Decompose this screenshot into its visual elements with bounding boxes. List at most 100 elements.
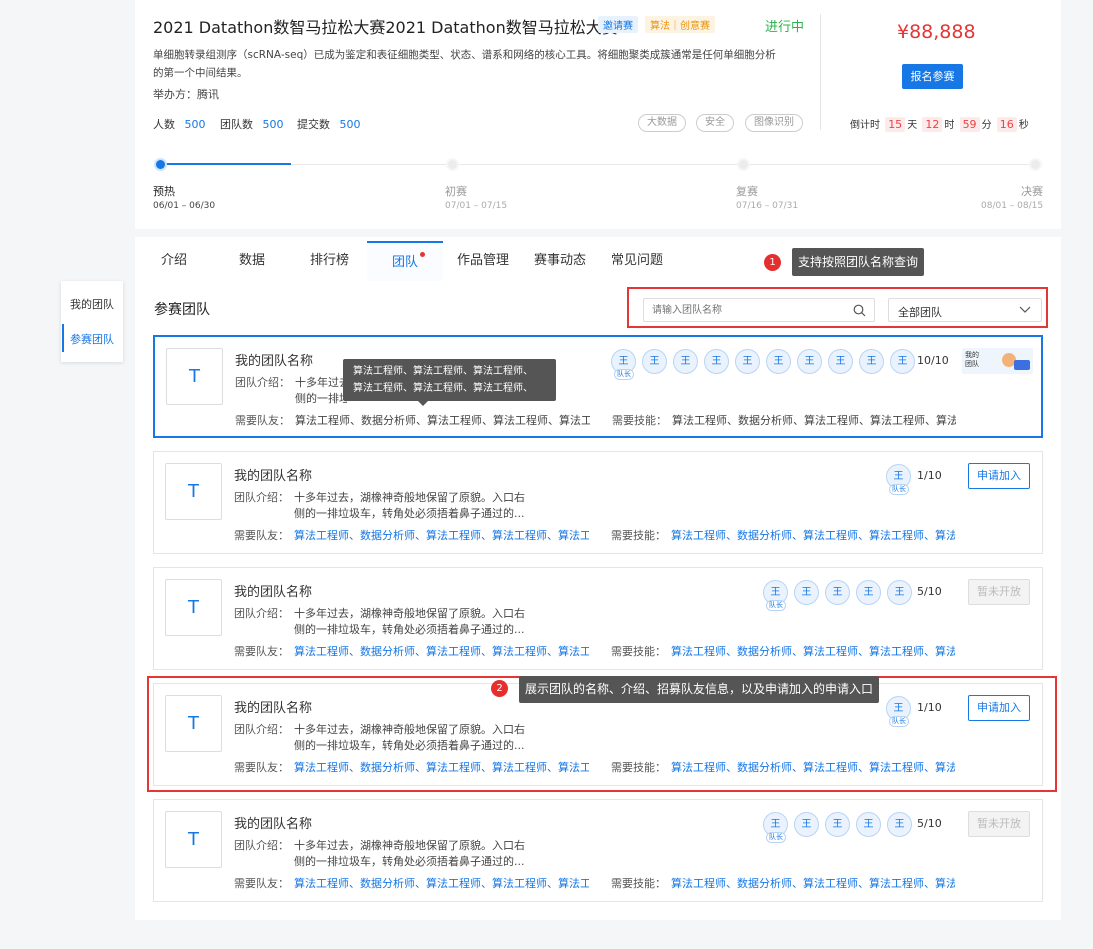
intro-label: 团队介绍：	[234, 491, 289, 504]
team-intro-line2: 侧的一排垃圾车，转角处必须捂着鼻子通过的...	[294, 507, 525, 520]
tab-intro[interactable]: 介绍	[161, 241, 187, 281]
side-menu-participating-teams[interactable]: 参赛团队	[70, 331, 114, 347]
side-menu: 我的团队 参赛团队	[61, 281, 123, 362]
stage-dot	[1029, 158, 1042, 171]
stage-date: 07/01 – 07/15	[445, 201, 508, 211]
side-menu-active-bar	[62, 324, 64, 352]
skill-label: 需要技能：	[611, 529, 666, 542]
annotation-callout: 支持按照团队名称查询	[792, 248, 925, 276]
signup-button[interactable]: 报名参赛	[902, 64, 963, 89]
team-card[interactable]: T 我的团队名称 团队介绍： 十多年过去，湖橡神奇般地保留了原貌。入口右 侧的一…	[153, 335, 1043, 438]
member-avatar: 王	[825, 812, 850, 837]
apply-join-button[interactable]: 申请加入	[968, 463, 1030, 489]
member-count: 5/10	[917, 817, 942, 830]
member-avatar: 王	[794, 812, 819, 837]
member-avatar: 王	[828, 349, 853, 374]
stat-label: 提交数	[297, 118, 330, 131]
team-name: 我的团队名称	[234, 585, 313, 600]
needed-members: 算法工程师、数据分析师、算法工程师、算法工程师、算法工程师	[294, 877, 589, 890]
member-avatar: 王	[673, 349, 698, 374]
countdown-prefix: 倒计时	[850, 120, 880, 131]
stage-date: 08/01 – 08/15	[981, 201, 1044, 211]
team-name: 我的团队名称	[234, 817, 313, 832]
need-label: 需要队友：	[234, 645, 289, 658]
countdown-hours: 12	[922, 117, 943, 132]
team-intro-line2: 侧的一排垃圾车，转角处必须捂着鼻子通过的...	[294, 623, 525, 636]
tab-team[interactable]: 团队	[367, 241, 443, 281]
needed-skills: 算法工程师、数据分析师、算法工程师、算法工程师、算法工程师	[671, 877, 955, 890]
competition-description-line1: 单细胞转录组测序（scRNA-seq）已成为鉴定和表征细胞类型、状态、谱系和网络…	[153, 49, 776, 61]
member-avatar: 王	[766, 349, 791, 374]
status-badge: 进行中	[765, 20, 805, 35]
countdown-unit: 时	[944, 120, 955, 131]
team-intro-line1: 十多年过去，湖橡神奇般地保留了原貌。入口右	[294, 491, 525, 504]
skills-tooltip: 算法工程师、算法工程师、算法工程师、 算法工程师、算法工程师、算法工程师、	[343, 359, 556, 406]
needed-members: 算法工程师、数据分析师、算法工程师、算法工程师、算法工程师	[295, 414, 590, 427]
stage-name: 决赛	[1021, 185, 1043, 198]
leader-badge: 队长	[766, 600, 786, 611]
needed-skills: 算法工程师、数据分析师、算法工程师、算法工程师、算法工程师	[671, 529, 955, 542]
need-label: 需要队友：	[234, 877, 289, 890]
countdown-days: 15	[885, 117, 906, 132]
countdown-unit: 分	[981, 120, 992, 131]
needed-skills: 算法工程师、数据分析师、算法工程师、算法工程师、算法工程师	[672, 414, 956, 427]
tag-pill: 大数据	[638, 114, 686, 132]
tag-pill: 图像识别	[745, 114, 803, 132]
team-intro-line2: 侧的一排垃圾车，转角处必须捂着鼻子通过的...	[295, 392, 347, 405]
countdown-minutes: 59	[959, 117, 980, 132]
need-label: 需要队友：	[234, 529, 289, 542]
team-card[interactable]: T 我的团队名称 团队介绍： 十多年过去，湖橡神奇般地保留了原貌。入口右 侧的一…	[153, 567, 1043, 670]
type-tag: 算法｜创意赛	[645, 16, 715, 33]
member-avatar: 王	[856, 580, 881, 605]
annotation-number: 2	[491, 680, 508, 697]
invite-tag: 邀请赛	[598, 16, 638, 33]
team-card[interactable]: T 我的团队名称 团队介绍： 十多年过去，湖橡神奇般地保留了原貌。入口右 侧的一…	[153, 799, 1043, 902]
member-count: 1/10	[917, 469, 942, 482]
tab-data[interactable]: 数据	[239, 241, 265, 281]
not-open-button: 暂未开放	[968, 579, 1030, 605]
member-avatar: 王	[642, 349, 667, 374]
stage-dot-active	[154, 158, 167, 171]
stage-date: 06/01 – 06/30	[153, 201, 216, 211]
side-menu-my-team[interactable]: 我的团队	[70, 296, 114, 312]
member-avatar: 王	[856, 812, 881, 837]
tab-faq[interactable]: 常见问题	[611, 241, 663, 281]
stat-teams: 团队数 500	[220, 116, 284, 132]
stage-progress-fill	[160, 163, 292, 165]
member-count: 10/10	[917, 354, 949, 367]
stage-dot	[446, 158, 459, 171]
banner-text: 我的团队	[965, 351, 979, 368]
member-avatar: 王	[797, 349, 822, 374]
countdown-unit: 天	[907, 120, 918, 131]
tab-works[interactable]: 作品管理	[457, 241, 509, 281]
stage-track	[160, 164, 1035, 165]
skill-label: 需要技能：	[611, 645, 666, 658]
team-banner-image: 我的团队	[962, 348, 1033, 374]
intro-label: 团队介绍：	[234, 839, 289, 852]
stat-people: 人数 500	[153, 116, 206, 132]
prize-amount: ¥88,888	[897, 21, 976, 43]
tab-leaderboard[interactable]: 排行榜	[310, 241, 349, 281]
stat-label: 人数	[153, 118, 175, 131]
competition-description-line2: 的第一个中间结果。	[153, 67, 248, 79]
member-avatar: 王	[794, 580, 819, 605]
team-logo: T	[165, 463, 222, 520]
team-card[interactable]: T 我的团队名称 团队介绍： 十多年过去，湖橡神奇般地保留了原貌。入口右 侧的一…	[153, 451, 1043, 554]
tag-pill: 安全	[696, 114, 734, 132]
tab-news[interactable]: 赛事动态	[534, 241, 586, 281]
notification-dot	[420, 252, 425, 257]
skill-label: 需要技能：	[612, 414, 667, 427]
competition-title: 2021 Datathon数智马拉松大赛2021 Datathon数智马拉松大赛	[153, 18, 618, 37]
needed-members: 算法工程师、数据分析师、算法工程师、算法工程师、算法工程师	[294, 645, 589, 658]
team-logo: T	[165, 579, 222, 636]
tooltip-line: 算法工程师、算法工程师、算法工程师、	[353, 383, 533, 394]
member-avatar: 王	[704, 349, 729, 374]
annotation-number: 1	[764, 254, 781, 271]
team-intro-line1: 十多年过去，湖橡神奇般地保留了原貌。入口右	[295, 376, 347, 389]
member-avatar: 王	[735, 349, 760, 374]
organizer: 举办方：腾讯	[153, 88, 219, 101]
needed-members: 算法工程师、数据分析师、算法工程师、算法工程师、算法工程师	[294, 529, 589, 542]
stage-name: 复赛	[736, 185, 758, 198]
leader-badge: 队长	[889, 484, 909, 495]
member-avatar: 王	[887, 812, 912, 837]
